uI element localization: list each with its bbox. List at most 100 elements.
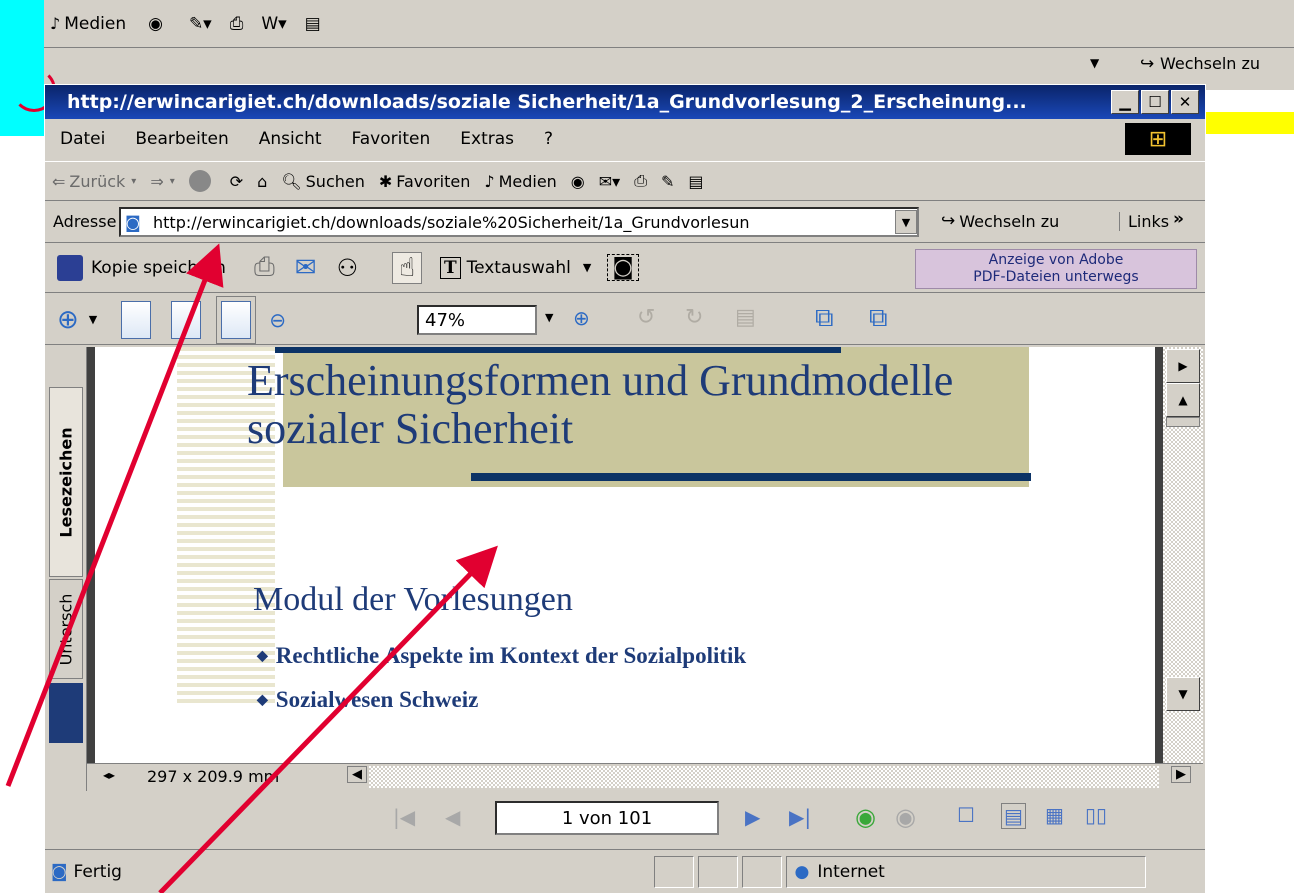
page-title: Erscheinungsformen und Grundmodelle sozi… — [247, 357, 1047, 453]
bg-go-icon: ↪ — [1140, 54, 1155, 74]
scroll-right-icon[interactable]: ▶ — [1171, 766, 1191, 783]
last-page-icon[interactable]: ▶| — [789, 805, 811, 829]
scroll-up-icon[interactable]: ▲ — [1166, 383, 1200, 417]
tab-signatures-label: Untersch — [56, 593, 76, 665]
page-prev-icon[interactable]: ⧉ — [869, 303, 888, 334]
maximize-button[interactable]: ☐ — [1141, 90, 1169, 114]
snapshot-icon[interactable]: ◙ — [607, 254, 639, 281]
home-icon[interactable]: ⌂ — [250, 172, 274, 191]
pdf-page[interactable]: Erscheinungsformen und Grundmodelle sozi… — [95, 347, 1155, 763]
zoom-input[interactable]: 47% — [417, 305, 537, 335]
menu-help[interactable]: ? — [529, 129, 568, 149]
edit-icon[interactable]: ✎ — [654, 172, 681, 191]
menu-favorites[interactable]: Favoriten — [337, 129, 446, 149]
first-page-icon[interactable]: |◀ — [393, 805, 415, 829]
forward-view-icon[interactable]: ◉ — [895, 803, 916, 831]
tab-signatures[interactable]: Untersch — [49, 579, 83, 679]
back-view-icon[interactable]: ◉ — [855, 803, 876, 831]
address-input[interactable]: ◙ http://erwincarigiet.ch/downloads/sozi… — [119, 207, 919, 237]
doc-icon[interactable]: ▤ — [305, 14, 321, 34]
page-number-input[interactable]: 1 von 101 — [495, 801, 719, 835]
search-button[interactable]: 🔍︎ Suchen — [274, 172, 372, 191]
single-page-icon[interactable]: ☐ — [957, 803, 975, 827]
email-icon[interactable]: ✉ — [295, 253, 317, 283]
hscroll-track[interactable] — [369, 766, 1159, 788]
text-tool-icon: T — [439, 256, 461, 279]
print-icon[interactable]: ⎙ — [627, 171, 654, 191]
media-button[interactable]: ♪ Medien — [477, 172, 563, 191]
scroll-down-icon[interactable]: ▼ — [1166, 677, 1200, 711]
page-title-line2: sozialer Sicherheit — [247, 404, 574, 453]
expand-arrow-icon[interactable]: ▶ — [1166, 349, 1200, 383]
menu-edit[interactable]: Bearbeiten — [120, 129, 243, 149]
scroll-left-icon[interactable]: ◀ — [347, 766, 367, 783]
back-button[interactable]: ⇐ Zurück ▾ — [45, 172, 143, 191]
links-label[interactable]: Links — [1119, 212, 1169, 231]
favorites-button[interactable]: ✱ Favoriten — [372, 172, 477, 191]
history-icon[interactable]: ◉ — [564, 172, 592, 191]
next-page-icon[interactable]: ▶ — [745, 805, 760, 829]
printer-icon[interactable]: ⎙ — [254, 252, 275, 283]
copy-icon[interactable]: ▤ — [735, 305, 756, 330]
zone-label: Internet — [817, 861, 885, 882]
continuous-icon[interactable]: ▤ — [1001, 803, 1026, 829]
forward-button[interactable]: ⇒ ▾ — [143, 172, 181, 191]
address-dropdown-icon[interactable]: ▼ — [895, 210, 917, 234]
hand-tool-icon[interactable]: ☝ — [392, 251, 422, 284]
document-frame: Erscheinungsformen und Grundmodelle sozi… — [87, 347, 1163, 763]
window-title: http://erwincarigiet.ch/downloads/sozial… — [67, 91, 1027, 113]
title-bar[interactable]: http://erwincarigiet.ch/downloads/sozial… — [45, 85, 1205, 119]
go-button[interactable]: ↪ Wechseln zu — [941, 211, 1059, 231]
page-display: 1 von 101 — [561, 807, 653, 829]
pdf-toolbar-view: ⊕ ▼ ⊖ 47% ▼ ⊕ ↺ ↻ ▤ ⧉ ⧉ — [45, 295, 1205, 345]
bg-media-label[interactable]: Medien — [64, 14, 126, 34]
tab-thumbnails-icon[interactable] — [49, 683, 83, 743]
background-highlight-bar — [1205, 112, 1294, 134]
binoculars-icon[interactable]: ⚇ — [337, 254, 359, 282]
stop-icon[interactable] — [182, 170, 223, 192]
mail-icon[interactable]: ✉▾ — [592, 172, 627, 191]
discuss-icon[interactable]: ▤ — [681, 172, 710, 191]
rotate-right-icon[interactable]: ↻ — [685, 305, 703, 330]
page-navigation-bar: |◀ ◀ 1 von 101 ▶ ▶| ◉ ◉ ☐ ▤ ▦ ▯▯ — [45, 791, 1205, 847]
text-select-label: Textauswahl — [466, 257, 571, 278]
zoom-dropdown-icon[interactable]: ▼ — [545, 311, 553, 324]
chevron-down-icon[interactable]: ▼ — [89, 313, 97, 326]
facing-icon[interactable]: ▦ — [1045, 803, 1064, 827]
media-icon: ♪ — [50, 14, 61, 33]
refresh-icon[interactable]: ⟳ — [223, 172, 250, 191]
previous-page-icon[interactable]: ◀ — [445, 805, 460, 829]
bg-go-label[interactable]: Wechseln zu — [1160, 54, 1260, 73]
close-button[interactable]: ✕ — [1171, 90, 1199, 114]
save-copy-button[interactable]: Kopie speichern — [57, 254, 226, 281]
page-icon: ◙ — [125, 212, 141, 232]
split-handle-icon[interactable]: ◂▸ — [103, 768, 115, 782]
zoom-out-icon[interactable]: ⊖ — [269, 308, 286, 332]
page-next-icon[interactable]: ⧉ — [815, 303, 834, 334]
zoom-in-icon[interactable]: ⊕ — [573, 306, 590, 330]
status-cell — [741, 855, 782, 888]
word-icon[interactable]: W▾ — [261, 14, 286, 34]
menu-view[interactable]: Ansicht — [244, 129, 337, 149]
vertical-scrollbar[interactable]: ▶ ▲ ▼ — [1163, 347, 1203, 763]
scroll-thumb[interactable] — [1166, 417, 1200, 427]
tab-bookmarks[interactable]: Lesezeichen — [49, 387, 83, 577]
rotate-left-icon[interactable]: ↺ — [637, 305, 655, 330]
fit-width-icon[interactable] — [216, 295, 257, 344]
edit-icon[interactable]: ✎▾ — [189, 14, 212, 34]
horizontal-scrollbar[interactable]: ◂▸ 297 x 209.9 mm ◀ ▶ — [87, 763, 1203, 791]
fit-page-icon[interactable] — [171, 300, 202, 339]
adobe-promo-banner[interactable]: Anzeige von Adobe PDF-Dateien unterwegs — [915, 249, 1197, 289]
status-bar: ◙ Fertig ● Internet — [45, 849, 1205, 893]
print-icon[interactable]: ⎙ — [230, 14, 244, 34]
links-chevron-icon[interactable]: » — [1173, 209, 1184, 229]
status-text: Fertig — [73, 861, 122, 882]
menu-file[interactable]: Datei — [45, 129, 120, 149]
minimize-button[interactable]: ▁ — [1111, 90, 1139, 114]
bg-dropdown-icon[interactable]: ▼ — [1090, 56, 1099, 70]
menu-extras[interactable]: Extras — [445, 129, 529, 149]
continuous-facing-icon[interactable]: ▯▯ — [1085, 803, 1107, 827]
zoom-in-tool-icon[interactable]: ⊕ — [57, 305, 79, 335]
text-select-tool[interactable]: T Textauswahl ▼ — [439, 256, 591, 279]
actual-size-icon[interactable] — [121, 300, 152, 339]
